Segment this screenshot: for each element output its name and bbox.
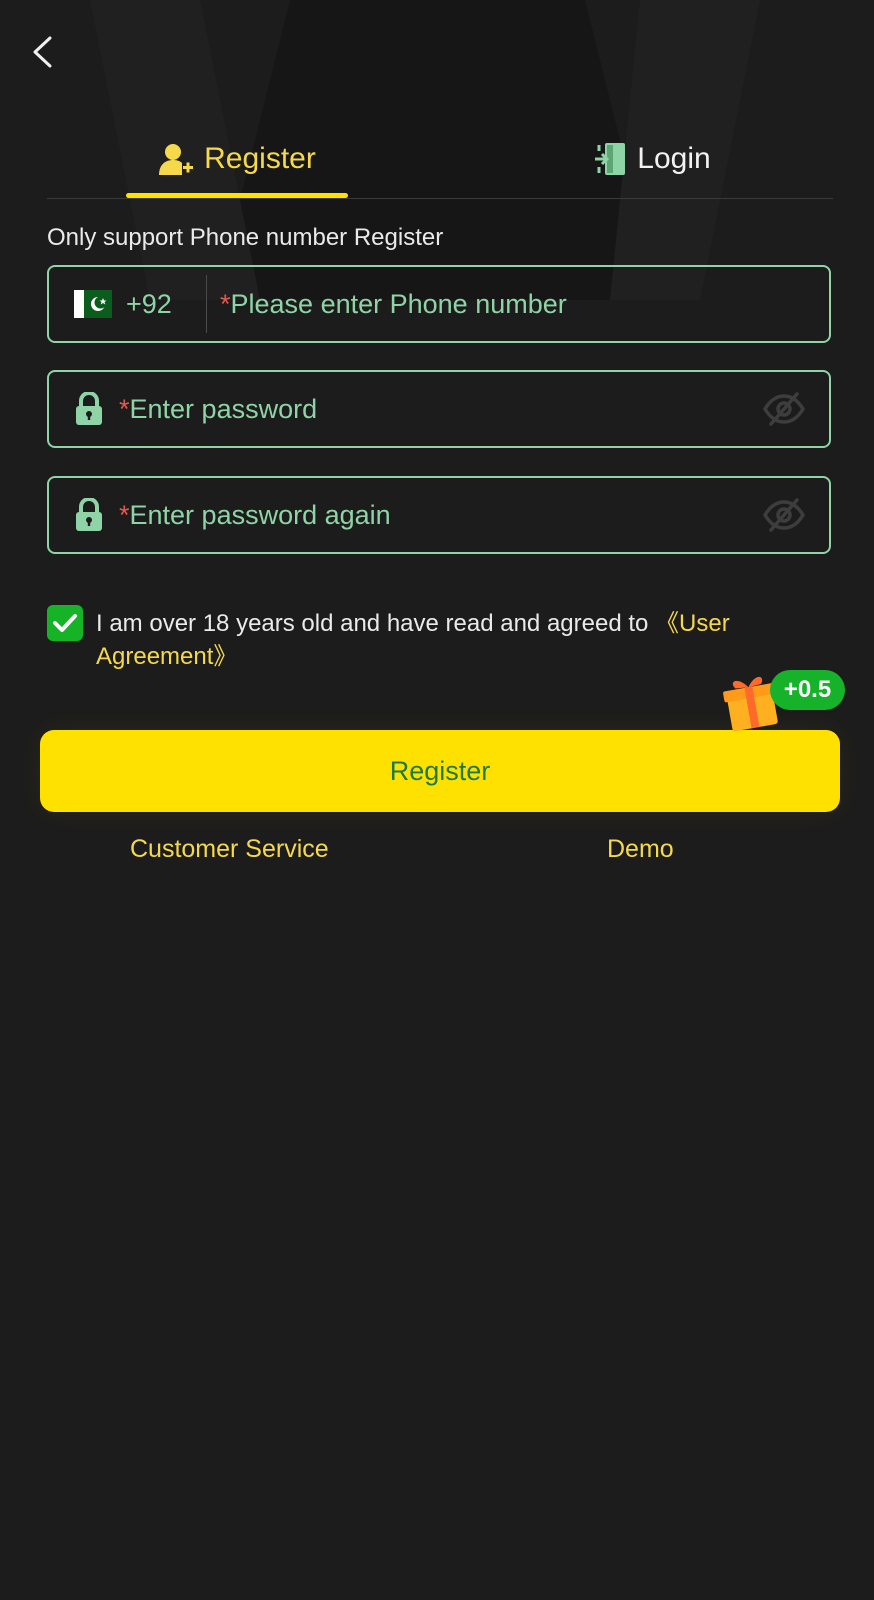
register-button[interactable]: Register xyxy=(40,730,840,812)
required-mark: * xyxy=(220,288,231,319)
auth-tabs: Register Login xyxy=(47,120,833,199)
register-hint: Only support Phone number Register xyxy=(47,224,444,251)
phone-placeholder: Please enter Phone number xyxy=(230,288,567,319)
tab-login-label: Login xyxy=(637,142,711,175)
password-again-placeholder: Enter password again xyxy=(129,499,391,530)
demo-link[interactable]: Demo xyxy=(607,835,674,864)
password-field[interactable]: *Enter password xyxy=(47,370,831,448)
tab-register-label: Register xyxy=(204,142,316,175)
tab-register[interactable]: Register xyxy=(127,120,347,198)
tab-login[interactable]: Login xyxy=(522,120,782,198)
active-tab-indicator xyxy=(126,193,348,198)
password-again-field[interactable]: *Enter password again xyxy=(47,476,831,554)
password-again-input[interactable]: *Enter password again xyxy=(119,500,763,531)
phone-input[interactable]: *Please enter Phone number xyxy=(220,289,567,320)
bonus-badge: +0.5 xyxy=(770,670,845,710)
agreement-text: I am over 18 years old and have read and… xyxy=(96,607,826,673)
phone-field[interactable]: +92 *Please enter Phone number xyxy=(47,265,831,343)
password-placeholder: Enter password xyxy=(129,393,318,424)
required-mark: * xyxy=(119,393,130,424)
user-add-icon xyxy=(159,144,194,175)
required-mark: * xyxy=(119,499,130,530)
country-code-selector[interactable]: +92 xyxy=(49,275,207,333)
back-button[interactable] xyxy=(22,32,62,72)
customer-service-link[interactable]: Customer Service xyxy=(130,835,329,864)
check-icon xyxy=(53,614,77,632)
password-input[interactable]: *Enter password xyxy=(119,394,763,425)
chevron-left-icon xyxy=(33,36,52,68)
eye-off-icon[interactable] xyxy=(763,391,805,427)
register-screen: Register Login Only support Phone number… xyxy=(0,0,874,1600)
eye-off-icon[interactable] xyxy=(763,497,805,533)
lock-icon xyxy=(76,498,102,531)
agreement-statement: I am over 18 years old and have read and… xyxy=(96,610,656,637)
door-enter-icon xyxy=(595,143,626,175)
agreement-checkbox[interactable] xyxy=(47,605,83,641)
lock-icon xyxy=(76,392,102,425)
country-code: +92 xyxy=(126,288,172,319)
pakistan-flag-icon xyxy=(74,290,112,318)
